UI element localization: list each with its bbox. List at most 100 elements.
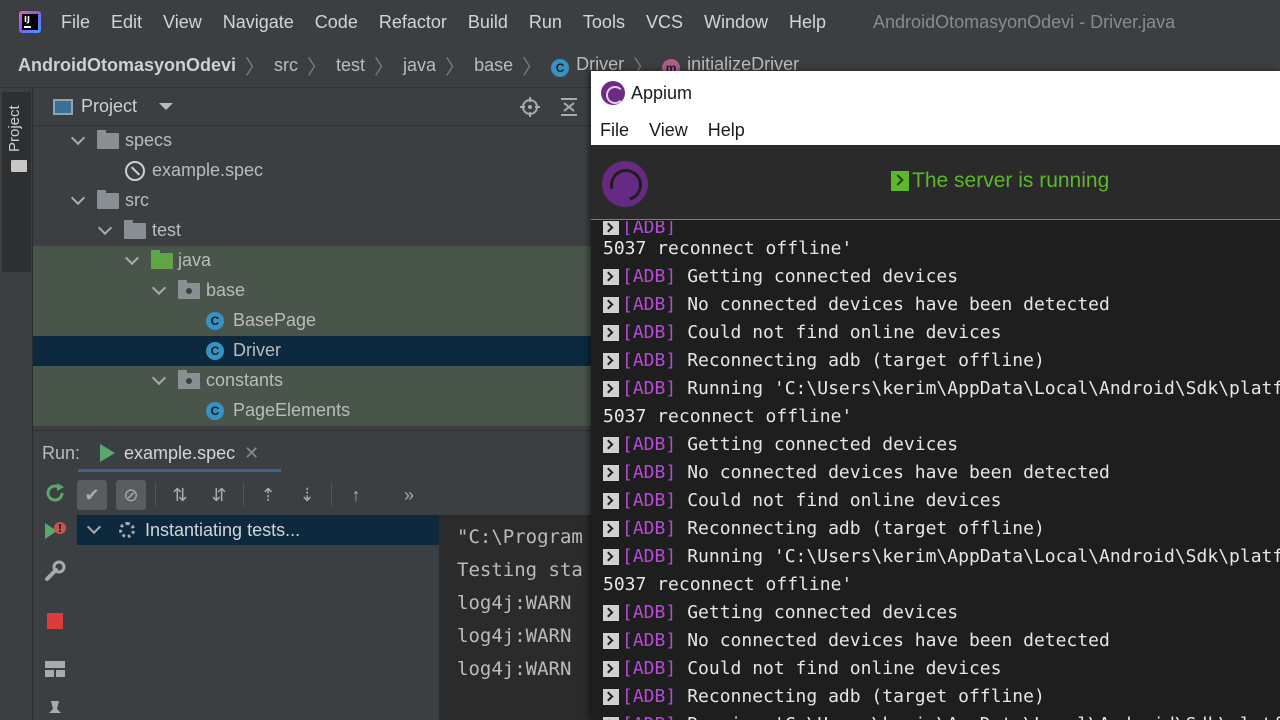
left-tool-stripe: Project — [0, 88, 33, 720]
log-text: Running 'C:\Users\kerim\AppData\Local\An… — [687, 711, 1280, 720]
menu-refactor[interactable]: Refactor — [379, 12, 447, 33]
terminal-icon — [603, 689, 619, 705]
class-icon: C — [206, 312, 224, 330]
tree-item-label: BasePage — [233, 310, 317, 330]
run-console-output[interactable]: "C:\Program Testing sta log4j:WARN log4j… — [439, 515, 593, 720]
menu-help[interactable]: Help — [789, 12, 826, 33]
project-panel: Project specs example.spec src test java… — [33, 88, 593, 430]
appium-menu-view[interactable]: View — [649, 120, 688, 141]
wrench-icon[interactable] — [43, 559, 67, 583]
menu-run[interactable]: Run — [529, 12, 562, 33]
menu-file[interactable]: File — [61, 12, 90, 33]
tree-item-example-spec[interactable]: example.spec — [33, 156, 593, 186]
rerun-icon[interactable] — [43, 481, 67, 505]
terminal-icon — [603, 465, 619, 481]
project-tool-window-button[interactable]: Project — [2, 92, 31, 272]
tree-item-label: java — [178, 250, 212, 270]
run-tab-example-spec[interactable]: example.spec ✕ — [78, 431, 282, 475]
test-row-root[interactable]: Instantiating tests... — [77, 515, 439, 545]
console-line: "C:\Program — [457, 526, 583, 548]
collapse-all-icon[interactable]: ⇣ — [292, 480, 322, 510]
breadcrumb-src[interactable]: src — [274, 55, 298, 76]
show-passed-icon[interactable]: ✔ — [77, 480, 107, 510]
appium-window-title: Appium — [631, 82, 693, 103]
tree-item-label: Driver — [233, 340, 281, 360]
log-text: 5037 reconnect offline' — [603, 238, 853, 259]
class-icon: C — [206, 342, 224, 360]
menu-build[interactable]: Build — [468, 12, 508, 33]
pin-icon[interactable] — [43, 697, 67, 720]
appium-menubar: File View Help — [591, 115, 1280, 145]
more-actions-chevron-icon[interactable]: » — [394, 480, 424, 510]
close-icon[interactable]: ✕ — [244, 443, 259, 464]
tree-item-specs[interactable]: specs — [33, 126, 593, 156]
tree-item-pageelements[interactable]: C PageElements — [33, 396, 593, 426]
log-line: [ADB] Could not find online devices — [603, 319, 1280, 347]
log-tag: [ADB] — [622, 658, 677, 679]
chevron-down-icon[interactable] — [124, 250, 140, 266]
menu-window[interactable]: Window — [704, 12, 768, 33]
tree-item-test[interactable]: test — [33, 216, 593, 246]
chevron-down-icon[interactable] — [70, 130, 86, 146]
layout-icon[interactable] — [43, 657, 67, 681]
menu-vcs[interactable]: VCS — [646, 12, 683, 33]
log-text: 5037 reconnect offline' — [603, 406, 853, 427]
chevron-down-icon[interactable] — [151, 280, 167, 296]
breadcrumb-java[interactable]: java — [403, 55, 436, 76]
rerun-failed-tests-icon[interactable] — [43, 519, 67, 543]
breadcrumb-separator-icon: 〉 — [307, 57, 328, 79]
project-view-icon — [53, 98, 73, 115]
appium-titlebar[interactable]: Appium — [591, 71, 1280, 115]
breadcrumb-base[interactable]: base — [474, 55, 513, 76]
appium-logo-icon — [602, 161, 648, 207]
log-line: 5037 reconnect offline' — [603, 403, 1280, 431]
log-tag: [ADB] — [622, 686, 677, 707]
folder-icon — [97, 130, 119, 149]
package-icon — [178, 280, 200, 299]
chevron-down-icon[interactable] — [97, 220, 113, 236]
chevron-down-icon[interactable] — [151, 370, 167, 386]
tree-item-basepage[interactable]: C BasePage — [33, 306, 593, 336]
log-tag: [ADB] — [622, 711, 676, 720]
stop-icon[interactable] — [43, 609, 67, 633]
project-view-selector[interactable]: Project — [81, 96, 137, 117]
previous-failed-test-icon[interactable]: ↑ — [341, 480, 371, 510]
appium-menu-file[interactable]: File — [600, 120, 629, 141]
tree-item-src[interactable]: src — [33, 186, 593, 216]
breadcrumb-test[interactable]: test — [336, 55, 365, 76]
menu-edit[interactable]: Edit — [111, 12, 142, 33]
terminal-icon — [603, 521, 619, 537]
run-side-toolbar — [33, 477, 75, 720]
menu-tools[interactable]: Tools — [583, 12, 625, 33]
terminal-icon — [603, 633, 619, 649]
appium-status-bar: The server is running — [591, 145, 1280, 220]
sort-alphabetically-icon[interactable]: ⇅ — [165, 480, 195, 510]
locate-crosshair-icon[interactable] — [520, 97, 540, 117]
folder-icon — [124, 220, 146, 239]
log-tag: [ADB] — [622, 322, 677, 343]
menu-navigate[interactable]: Navigate — [223, 12, 294, 33]
show-ignored-icon[interactable]: ⊘ — [116, 480, 146, 510]
menu-code[interactable]: Code — [315, 12, 358, 33]
intellij-logo-icon: IJ — [19, 11, 41, 33]
sort-by-duration-icon[interactable]: ⇵ — [204, 480, 234, 510]
collapse-all-icon[interactable] — [559, 97, 579, 117]
tree-item-label: src — [125, 190, 149, 210]
terminal-icon — [603, 605, 619, 621]
chevron-down-icon[interactable] — [159, 103, 174, 110]
chevron-down-icon[interactable] — [86, 519, 102, 535]
expand-all-icon[interactable]: ⇡ — [253, 480, 283, 510]
server-status-label: The server is running — [912, 169, 1110, 192]
tree-item-driver[interactable]: C Driver — [33, 336, 593, 366]
tree-item-constants[interactable]: constants — [33, 366, 593, 396]
appium-window: Appium File View Help The server is runn… — [591, 71, 1280, 720]
chevron-down-icon[interactable] — [70, 190, 86, 206]
tree-item-java[interactable]: java — [33, 246, 593, 276]
appium-menu-help[interactable]: Help — [708, 120, 745, 141]
breadcrumb-project[interactable]: AndroidOtomasyonOdevi — [18, 55, 236, 76]
terminal-icon — [603, 493, 619, 509]
tree-item-base[interactable]: base — [33, 276, 593, 306]
appium-server-log[interactable]: [ADB] 5037 reconnect offline' [ADB] Getti… — [591, 221, 1280, 720]
ide-menubar: IJ File Edit View Navigate Code Refactor… — [0, 0, 1280, 44]
menu-view[interactable]: View — [163, 12, 202, 33]
